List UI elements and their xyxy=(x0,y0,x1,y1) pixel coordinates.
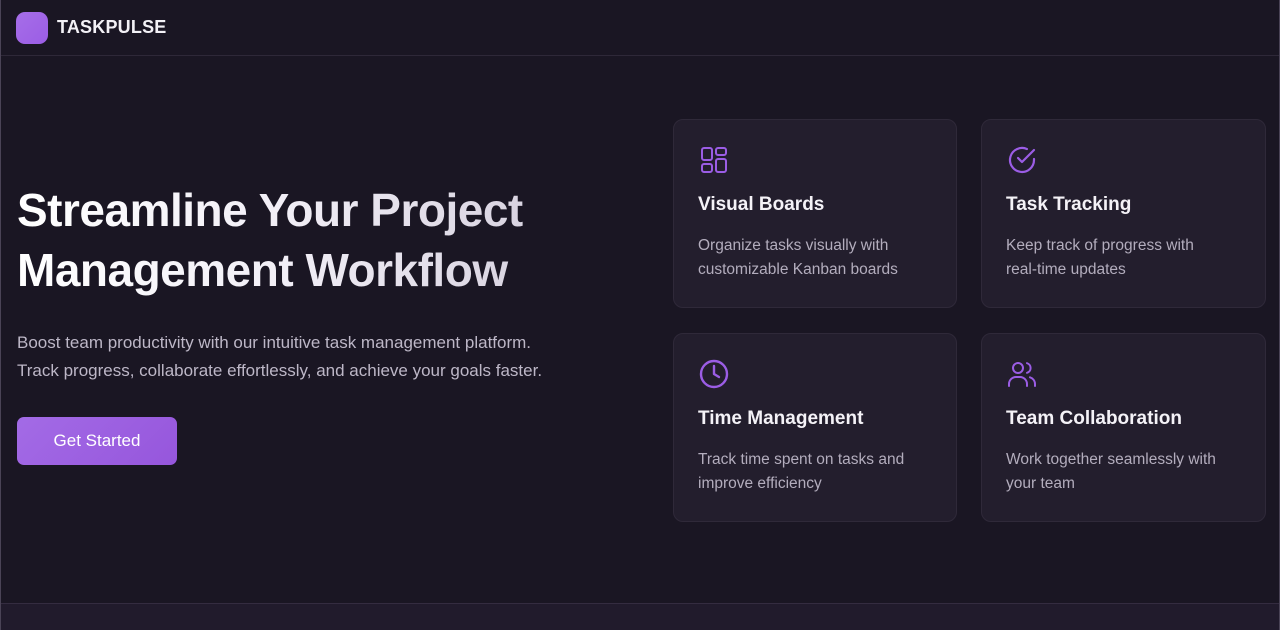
get-started-button[interactable]: Get Started xyxy=(17,417,177,465)
feature-description: Track time spent on tasks and improve ef… xyxy=(698,448,932,496)
feature-description-line-1: Work together seamlessly with xyxy=(1006,451,1216,468)
feature-description: Organize tasks visually with customizabl… xyxy=(698,234,932,282)
feature-card-time-management: Time Management Track time spent on task… xyxy=(673,333,957,522)
hero-subtitle-line-1: Boost team productivity with our intuiti… xyxy=(17,333,532,352)
feature-card-visual-boards: Visual Boards Organize tasks visually wi… xyxy=(673,119,957,308)
feature-title: Task Tracking xyxy=(1006,194,1132,215)
feature-description-line-2: your team xyxy=(1006,475,1075,492)
hero-title-line-2: Management Workflow xyxy=(17,244,508,296)
feature-description: Keep track of progress with real-time up… xyxy=(1006,234,1241,282)
taskpulse-logo-icon[interactable] xyxy=(16,11,48,44)
feature-description-line-1: Keep track of progress with xyxy=(1006,237,1194,254)
feature-title: Visual Boards xyxy=(698,194,825,215)
feature-card-team-collaboration: Team Collaboration Work together seamles… xyxy=(981,333,1266,522)
footer-strip xyxy=(1,603,1279,630)
clock-icon xyxy=(699,359,729,389)
feature-description-line-2: improve efficiency xyxy=(698,475,822,492)
feature-description-line-1: Track time spent on tasks and xyxy=(698,451,905,468)
feature-description-line-2: real-time updates xyxy=(1006,261,1126,278)
hero-title-line-1: Streamline Your Project xyxy=(17,184,523,236)
navbar: TASKPULSE xyxy=(1,0,1279,56)
hero-title: Streamline Your Project Management Workf… xyxy=(17,180,617,300)
feature-description-line-1: Organize tasks visually with xyxy=(698,237,889,254)
check-circle-icon xyxy=(1008,146,1036,174)
layout-grid-icon xyxy=(701,147,727,173)
landing-page: TASKPULSE Streamline Your Project Manage… xyxy=(0,0,1280,630)
brand-name[interactable]: TASKPULSE xyxy=(57,17,166,38)
hero-subtitle-line-2: Track progress, collaborate effortlessly… xyxy=(17,361,543,380)
feature-title: Team Collaboration xyxy=(1006,408,1182,429)
feature-description-line-2: customizable Kanban boards xyxy=(698,261,898,278)
users-icon xyxy=(1008,362,1036,387)
feature-title: Time Management xyxy=(698,408,864,429)
feature-description: Work together seamlessly with your team xyxy=(1006,448,1241,496)
hero-subtitle: Boost team productivity with our intuiti… xyxy=(17,329,637,385)
feature-card-task-tracking: Task Tracking Keep track of progress wit… xyxy=(981,119,1266,308)
